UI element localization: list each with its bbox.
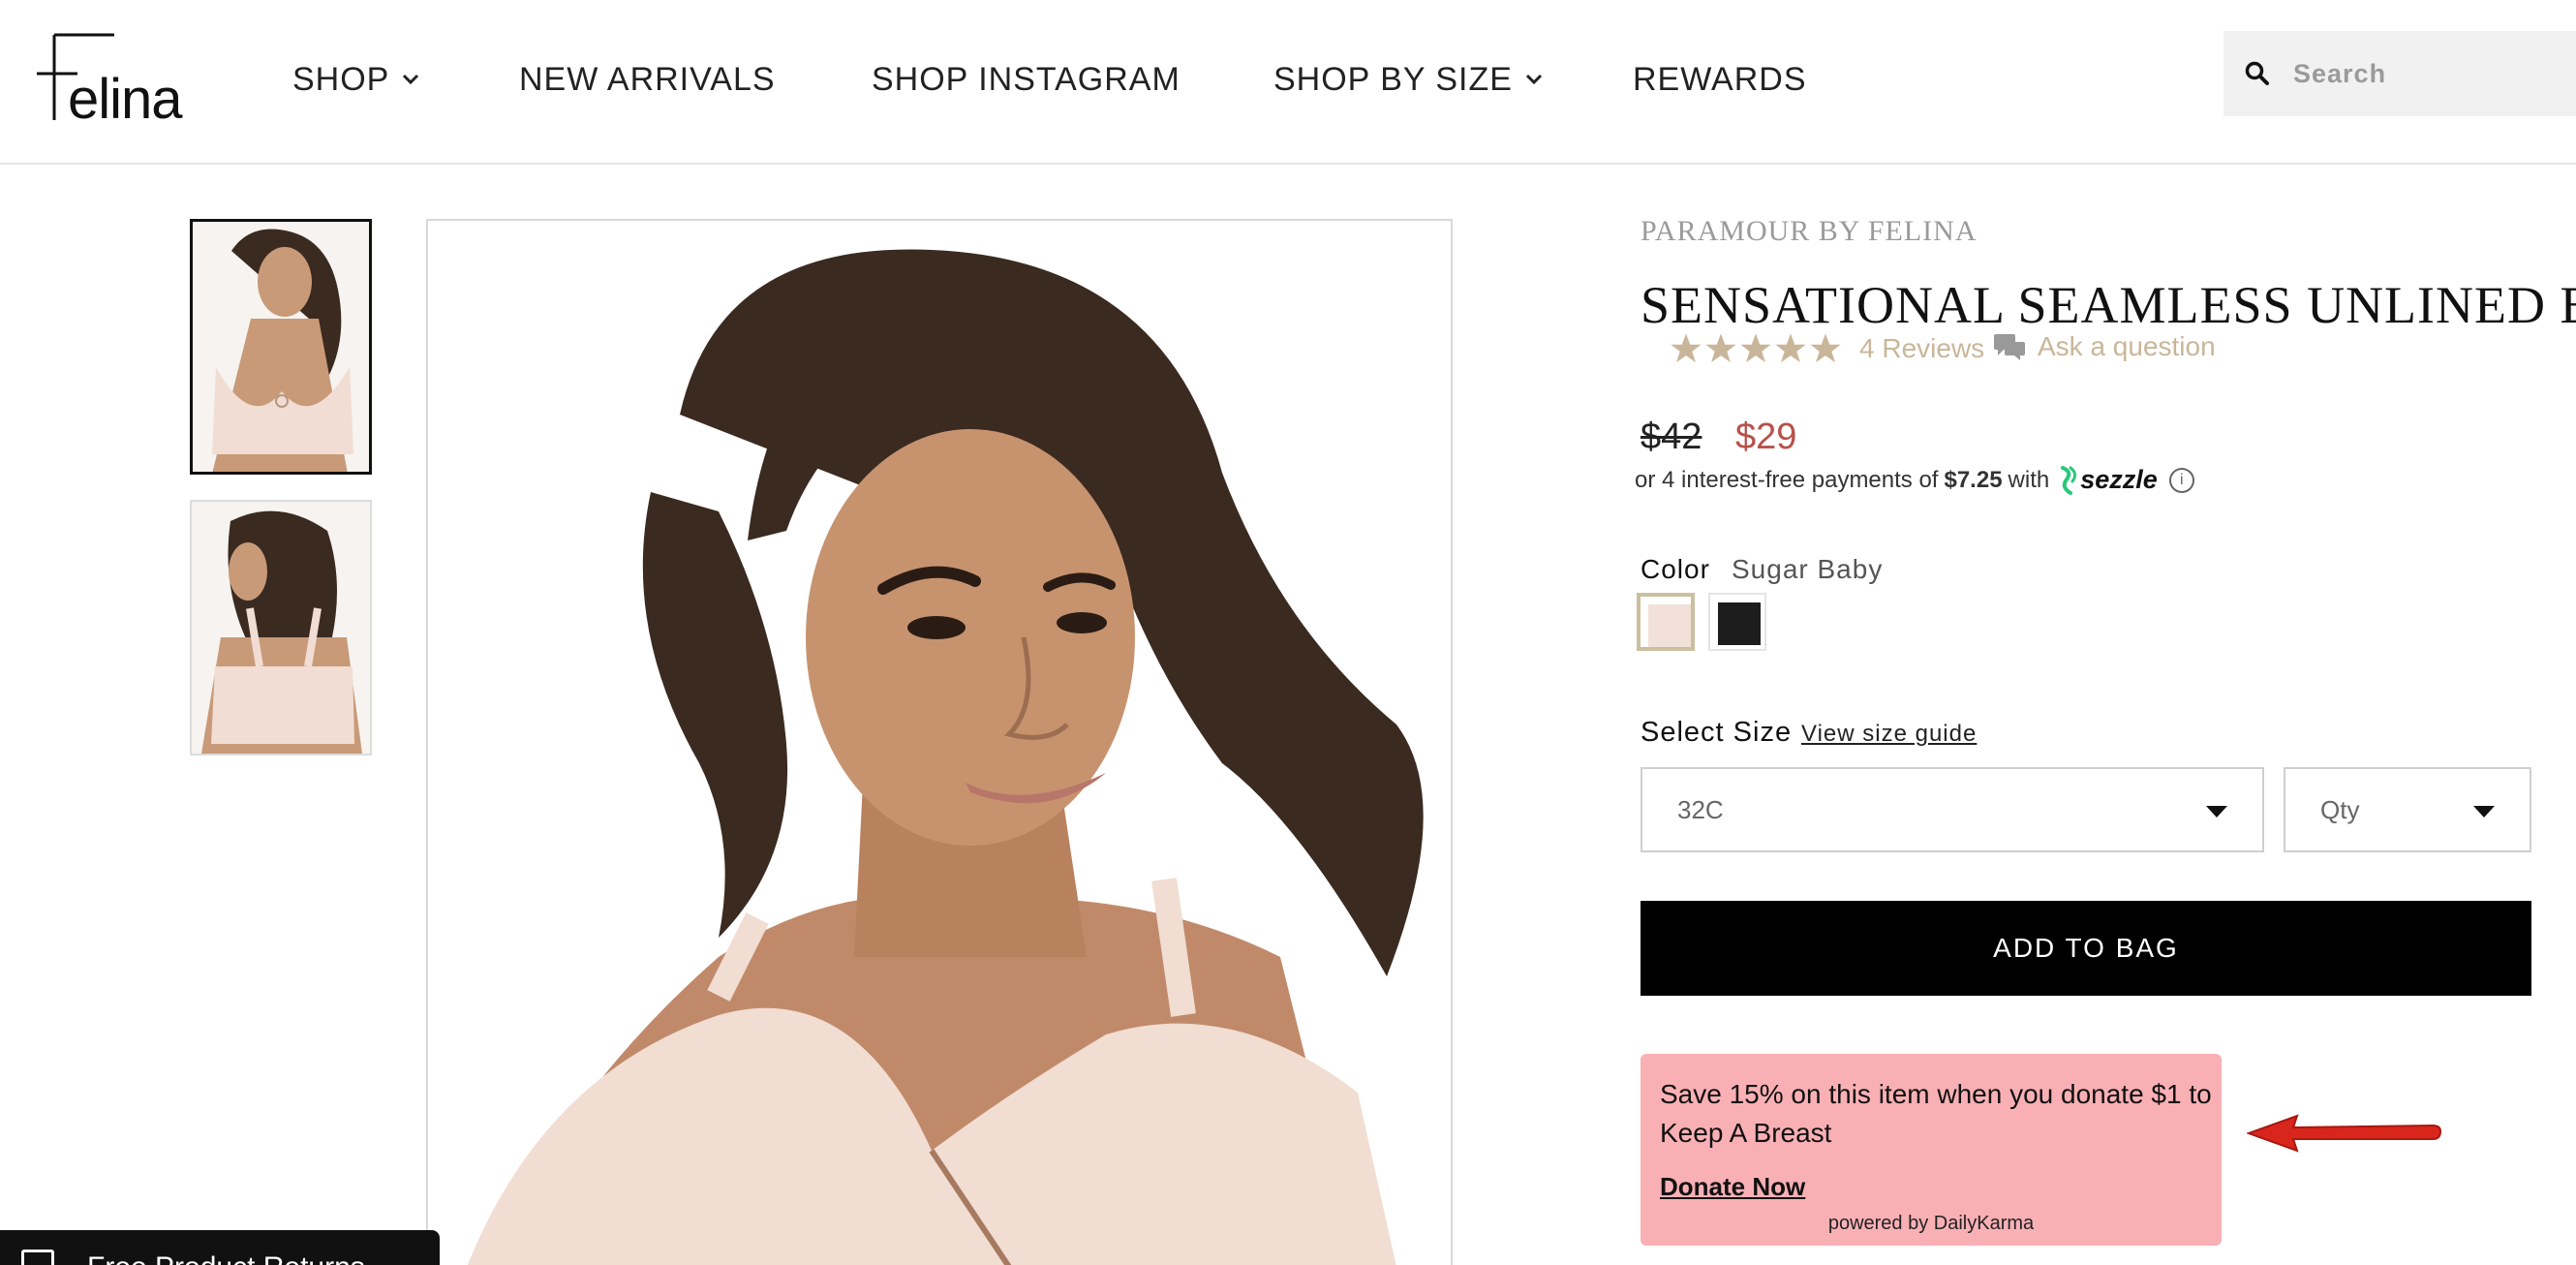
annotation-arrow-icon bbox=[2247, 1114, 2442, 1153]
star-icon bbox=[1775, 333, 1806, 363]
product-thumbnail-image bbox=[192, 502, 370, 754]
model-photo bbox=[428, 221, 1451, 1265]
star-icon bbox=[1740, 333, 1771, 363]
swatch-sugar-baby[interactable] bbox=[1637, 593, 1695, 651]
sezzle-logo: sezzle bbox=[2057, 465, 2158, 495]
star-rating bbox=[1670, 332, 1844, 365]
chat-icon bbox=[21, 1250, 54, 1265]
original-price: $42 bbox=[1641, 417, 1702, 457]
search-input[interactable] bbox=[2291, 57, 2547, 90]
reviews-link[interactable]: 4 Reviews bbox=[1859, 333, 1984, 364]
nav-shop-instagram[interactable]: SHOP INSTAGRAM bbox=[872, 56, 1181, 103]
donation-promo: Save 15% on this item when you donate $1… bbox=[1641, 1054, 2222, 1246]
nav-new-arrivals[interactable]: NEW ARRIVALS bbox=[519, 56, 776, 103]
nav-shop-instagram-label: SHOP INSTAGRAM bbox=[872, 60, 1181, 98]
nav-shop-label: SHOP bbox=[292, 60, 390, 98]
swatch-black[interactable] bbox=[1708, 593, 1766, 651]
star-icon bbox=[1705, 333, 1736, 363]
thumbnail-back[interactable] bbox=[190, 500, 372, 756]
nav-rewards-label: REWARDS bbox=[1633, 60, 1807, 98]
svg-text:elina: elina bbox=[68, 68, 183, 126]
star-icon bbox=[1671, 333, 1702, 363]
caret-down-icon bbox=[2473, 806, 2495, 818]
add-to-bag-button[interactable]: ADD TO BAG bbox=[1641, 901, 2531, 996]
ask-question-label: Ask a question bbox=[2038, 331, 2216, 361]
star-icon bbox=[1810, 333, 1841, 363]
color-label: Color bbox=[1641, 554, 1710, 584]
product-title: SENSATIONAL SEAMLESS UNLINED BRA bbox=[1641, 276, 2576, 334]
product-brand[interactable]: PARAMOUR BY FELINA bbox=[1641, 215, 1978, 248]
swatch-fill bbox=[1648, 604, 1691, 647]
sezzle-brand: sezzle bbox=[2080, 465, 2158, 494]
qty-select-value: Qty bbox=[2320, 794, 2360, 824]
sezzle-leaf-icon bbox=[2061, 465, 2077, 495]
sezzle-prefix: or 4 interest-free payments of bbox=[1635, 466, 1939, 493]
color-selected-value: Sugar Baby bbox=[1732, 554, 1884, 584]
size-guide-link[interactable]: View size guide bbox=[1801, 721, 1977, 748]
nav-shop-by-size[interactable]: SHOP BY SIZE bbox=[1273, 56, 1544, 103]
ask-question-link[interactable]: Ask a question bbox=[1993, 331, 2216, 362]
nav-shop-by-size-label: SHOP BY SIZE bbox=[1273, 60, 1513, 98]
main-product-image[interactable] bbox=[426, 219, 1453, 1265]
donate-now-link[interactable]: Donate Now bbox=[1660, 1172, 1805, 1202]
search-box[interactable] bbox=[2223, 31, 2576, 116]
caret-down-icon bbox=[2206, 806, 2227, 818]
swatch-fill bbox=[1718, 602, 1761, 645]
felina-logo[interactable]: elina bbox=[33, 29, 198, 126]
sezzle-installments[interactable]: or 4 interest-free payments of $7.25 wit… bbox=[1635, 465, 2194, 495]
powered-by-label: powered by DailyKarma bbox=[1827, 1213, 2035, 1234]
chevron-down-icon bbox=[1525, 74, 1543, 85]
size-select[interactable]: 32C bbox=[1641, 767, 2264, 852]
product-rating[interactable]: 4 Reviews bbox=[1670, 329, 1984, 368]
sezzle-with: with bbox=[2008, 466, 2050, 493]
select-size-label: Select Size bbox=[1641, 717, 1793, 748]
review-bar-label: Free Product Returns bbox=[87, 1251, 365, 1265]
nav-shop[interactable]: SHOP bbox=[292, 56, 420, 103]
info-icon[interactable]: i bbox=[2168, 467, 2194, 493]
sale-price: $29 bbox=[1735, 417, 1797, 457]
thumbnail-front[interactable] bbox=[190, 219, 372, 475]
size-select-value: 32C bbox=[1677, 794, 1724, 824]
chat-bubbles-icon bbox=[1994, 334, 2025, 360]
nav-rewards[interactable]: REWARDS bbox=[1633, 56, 1807, 103]
promo-message: Save 15% on this item when you donate $1… bbox=[1660, 1079, 2212, 1148]
qty-select[interactable]: Qty bbox=[2284, 767, 2531, 852]
search-icon[interactable] bbox=[2245, 61, 2270, 86]
product-thumbnail-image bbox=[193, 222, 369, 472]
chevron-down-icon bbox=[403, 74, 419, 85]
site-header: elina SHOP NEW ARRIVALS SHOP INSTAGRAM S… bbox=[0, 0, 2576, 165]
sezzle-amount: $7.25 bbox=[1944, 466, 2003, 493]
nav-new-arrivals-label: NEW ARRIVALS bbox=[519, 60, 776, 98]
floating-review-bar[interactable]: Free Product Returns bbox=[0, 1230, 440, 1265]
